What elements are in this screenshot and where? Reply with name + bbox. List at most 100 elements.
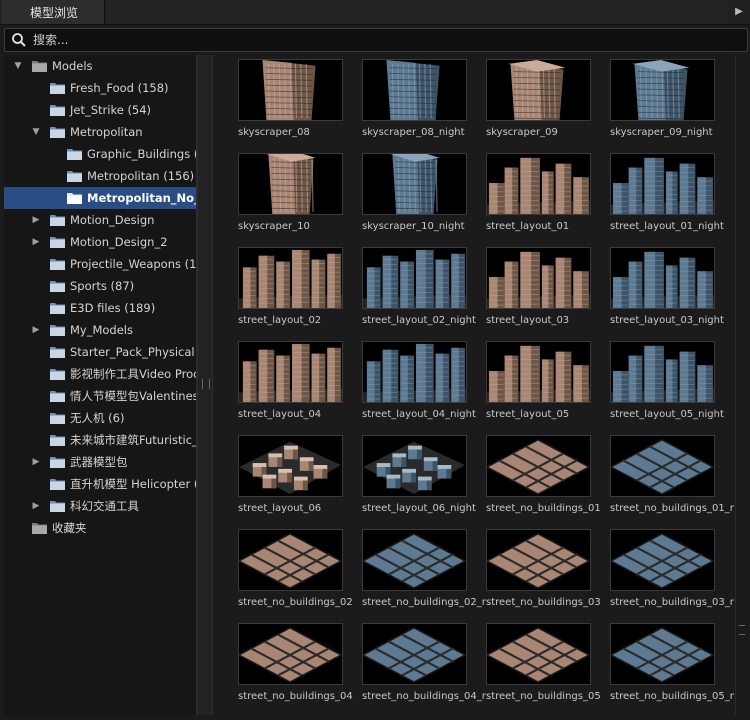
panel-splitter[interactable] [197,55,213,715]
collapse-arrow-icon[interactable]: ▶ [30,451,42,473]
tree-item[interactable]: Fresh_Food (158) [4,77,196,99]
tree-item-label: Metropolitan_No_Alleys [87,191,197,205]
expand-arrow-icon[interactable]: ▼ [12,55,24,77]
scrollbar-grip-icon[interactable] [739,625,745,635]
tree-item[interactable]: 情人节模型包Valentines [4,385,196,407]
vertical-scrollbar[interactable] [735,55,748,715]
tree-item[interactable]: ▶ My_Models [4,319,196,341]
model-thumbnail[interactable]: street_layout_02_night [362,243,476,333]
tree-item[interactable]: Graphic_Buildings (30) [4,143,196,165]
thumbnail-label: street_layout_05 [486,409,570,420]
model-thumbnail[interactable]: street_no_buildings_05_night [610,619,734,709]
model-thumbnail[interactable]: street_layout_06_night [362,431,476,521]
tree-item[interactable]: Projectile_Weapons (107) [4,253,196,275]
model-thumbnail[interactable]: street_no_buildings_01_night [610,431,734,521]
model-thumbnail[interactable]: street_layout_05 [486,337,592,427]
thumbnail-image [362,59,467,121]
thumbnail-label: skyscraper_09_night [610,127,713,138]
model-thumbnail[interactable]: skyscraper_09_night [610,55,716,145]
tree-item[interactable]: Metropolitan_No_Alleys [4,187,196,209]
tree-item[interactable]: 影视制作工具Video Production [4,363,196,385]
model-thumbnail[interactable]: street_no_buildings_02_night [362,525,486,615]
tree-item-label: Graphic_Buildings (30) [87,147,196,161]
thumbnail-label: street_no_buildings_03 [486,597,601,608]
folder-icon [50,83,65,94]
model-thumbnail[interactable]: skyscraper_08 [238,55,344,145]
folder-tree[interactable]: ▼ Models Fresh_Food (158) Jet_Strike (54) ▼ M… [4,55,197,715]
title-bar: 模型浏览 ▶ [0,0,750,25]
model-thumbnail[interactable]: street_no_buildings_03_night [610,525,734,615]
model-thumbnail[interactable]: street_no_buildings_02 [238,525,353,615]
tree-item[interactable]: ▼ Models [4,55,196,77]
model-thumbnail[interactable]: street_layout_04_night [362,337,476,427]
model-thumbnail[interactable]: street_layout_01 [486,149,592,239]
tree-item[interactable]: ▶ 武器模型包 [4,451,196,473]
chevron-right-icon[interactable]: ▶ [728,0,750,24]
model-thumbnail[interactable]: street_layout_05_night [610,337,724,427]
tree-item[interactable]: Jet_Strike (54) [4,99,196,121]
folder-icon [50,237,65,248]
thumbnail-label: skyscraper_08 [238,127,310,138]
tree-item-label: 科幻交通工具 [70,499,139,513]
tree-item[interactable]: ▶ Motion_Design [4,209,196,231]
thumbnail-label: street_no_buildings_03_night [610,597,734,608]
folder-icon [32,523,47,534]
model-thumbnail[interactable]: skyscraper_10_night [362,149,468,239]
tree-item[interactable]: ▼ Metropolitan [4,121,196,143]
tree-item[interactable]: Sports (87) [4,275,196,297]
thumbnail-label: street_layout_02_night [362,315,476,326]
folder-icon [50,457,65,468]
collapse-arrow-icon[interactable]: ▶ [30,209,42,231]
tree-item-label: Jet_Strike (54) [70,103,152,117]
tree-item-label: 武器模型包 [70,455,128,469]
model-thumbnail[interactable]: street_layout_02 [238,243,344,333]
thumbnail-label: street_layout_01 [486,221,570,232]
thumbnail-label: skyscraper_10 [238,221,310,232]
model-thumbnail[interactable]: skyscraper_10 [238,149,344,239]
tree-item-label: 未来城市建筑Futuristic_ [70,433,197,447]
tree-item[interactable]: 未来城市建筑Futuristic_ [4,429,196,451]
folder-icon [67,171,82,182]
model-thumbnail[interactable]: street_layout_01_night [610,149,724,239]
tree-item-label: My_Models [70,323,133,337]
tree-item[interactable]: 无人机 (6) [4,407,196,429]
folder-icon [50,413,65,424]
folder-icon [67,149,82,160]
thumbnail-label: street_layout_01_night [610,221,724,232]
tree-item[interactable]: 直升机模型 Helicopter (1 [4,473,196,495]
folder-icon [50,281,65,292]
model-thumbnail[interactable]: skyscraper_09 [486,55,592,145]
search-input[interactable] [31,30,735,50]
model-thumbnail[interactable]: street_no_buildings_01 [486,431,601,521]
tree-item[interactable]: 收藏夹 [4,517,196,539]
model-thumbnail[interactable]: street_no_buildings_05 [486,619,601,709]
splitter-grip-icon[interactable] [202,379,210,389]
model-grid: skyscraper_08 skyscraper_08_night skyscrap… [214,55,734,715]
tree-item[interactable]: E3D files (189) [4,297,196,319]
collapse-arrow-icon[interactable]: ▶ [30,231,42,253]
tree-item[interactable]: Starter_Pack_Physical (42) [4,341,196,363]
tree-item[interactable]: ▶ 科幻交通工具 [4,495,196,517]
model-thumbnail[interactable]: street_layout_03 [486,243,592,333]
model-thumbnail[interactable]: street_layout_06 [238,431,344,521]
tree-item-label: 无人机 (6) [70,411,125,425]
thumbnail-image [238,623,343,685]
model-thumbnail[interactable]: street_no_buildings_04 [238,619,353,709]
thumbnail-image [238,247,343,309]
collapse-arrow-icon[interactable]: ▶ [30,495,42,517]
expand-arrow-icon[interactable]: ▼ [30,121,42,143]
thumbnail-image [610,247,715,309]
tree-item[interactable]: Metropolitan (156) [4,165,196,187]
collapse-arrow-icon[interactable]: ▶ [30,319,42,341]
model-thumbnail[interactable]: street_no_buildings_04_night [362,619,486,709]
panel-tab[interactable]: 模型浏览 [2,0,105,24]
model-thumbnail[interactable]: street_layout_04 [238,337,344,427]
thumbnail-image [362,247,467,309]
model-thumbnail[interactable]: street_layout_03_night [610,243,724,333]
model-thumbnail[interactable]: skyscraper_08_night [362,55,468,145]
model-thumbnail[interactable]: street_no_buildings_03 [486,525,601,615]
thumbnail-image [486,59,591,121]
tree-item[interactable]: ▶ Motion_Design_2 [4,231,196,253]
thumbnail-image [238,529,343,591]
tree-item-label: Metropolitan [70,125,143,139]
